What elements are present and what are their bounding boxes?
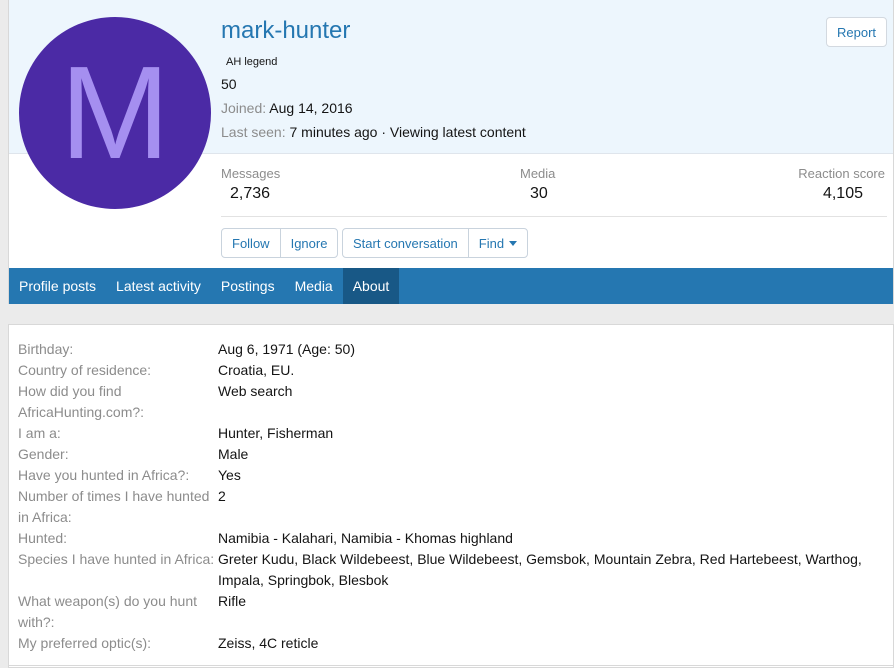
avatar-letter: M [60, 39, 170, 186]
about-label: My preferred optic(s): [18, 635, 152, 651]
stat-media-label: Media [520, 166, 556, 181]
about-label: Have you hunted in Africa?: [18, 467, 190, 483]
about-row-country: Country of residence: Croatia, EU. [18, 360, 888, 381]
about-value: Yes [218, 467, 241, 483]
about-label: What weapon(s) do you hunt with?: [18, 593, 197, 630]
about-value: Croatia, EU. [218, 362, 295, 378]
stat-messages: Messages 2,736 [221, 166, 280, 203]
follow-button[interactable]: Follow [222, 229, 280, 257]
tab-postings[interactable]: Postings [211, 268, 285, 304]
ignore-button[interactable]: Ignore [279, 229, 338, 257]
tab-media[interactable]: Media [285, 268, 343, 304]
about-value: Greter Kudu, Black Wildebeest, Blue Wild… [218, 551, 862, 588]
stat-messages-label: Messages [221, 166, 281, 181]
find-label: Find [478, 235, 505, 251]
stat-media-value[interactable]: 30 [520, 185, 555, 203]
about-row-how-found: How did you find AfricaHunting.com?: Web… [18, 381, 888, 423]
last-seen-value: 7 minutes ago · Viewing latest content [289, 124, 526, 140]
about-value: Aug 6, 1971 (Age: 50) [218, 341, 355, 357]
user-title: AH legend [226, 56, 278, 68]
avatar[interactable]: M [19, 17, 211, 209]
about-label: Species I have hunted in Africa: [18, 551, 215, 567]
user-count: 50 [221, 76, 237, 92]
stat-messages-value[interactable]: 2,736 [221, 185, 280, 203]
about-card: Birthday: Aug 6, 1971 (Age: 50) Country … [8, 324, 894, 668]
stat-reaction-score: Reaction score 4,105 [798, 166, 885, 203]
about-label: Number of times I have hunted in Africa: [18, 488, 210, 525]
about-label: I am a: [18, 425, 61, 441]
joined-value: Aug 14, 2016 [269, 100, 353, 116]
about-value: Namibia - Kalahari, Namibia - Khomas hig… [218, 530, 513, 546]
about-row-optics: My preferred optic(s): Zeiss, 4C reticle [18, 633, 888, 654]
about-value: Male [218, 446, 249, 462]
about-row-birthday: Birthday: Aug 6, 1971 (Age: 50) [18, 339, 888, 360]
stat-reaction-label: Reaction score [798, 166, 885, 181]
about-row-weapon: What weapon(s) do you hunt with?: Rifle [18, 591, 888, 633]
about-label: Hunted: [18, 530, 68, 546]
about-row-species: Species I have hunted in Africa: Greter … [18, 549, 888, 591]
follow-ignore-group: Follow Ignore [221, 228, 339, 258]
joined-line: Joined: Aug 14, 2016 [221, 100, 353, 116]
start-conversation-button[interactable]: Start conversation [343, 229, 468, 257]
stat-reaction-value[interactable]: 4,105 [798, 185, 885, 203]
last-seen-label: Last seen: [221, 124, 286, 140]
about-label: How did you find AfricaHunting.com?: [18, 383, 145, 420]
caret-down-icon [509, 240, 518, 246]
about-value: 2 [218, 488, 226, 504]
about-label: Gender: [18, 446, 69, 462]
tab-about[interactable]: About [342, 268, 400, 304]
about-bottom-divider [9, 665, 893, 666]
report-button[interactable]: Report [826, 17, 887, 47]
about-value: Hunter, Fisherman [218, 425, 334, 441]
about-row-times-hunted: Number of times I have hunted in Africa:… [18, 486, 888, 528]
stat-media: Media 30 [520, 166, 555, 203]
about-row-hunted-africa: Have you hunted in Africa?: Yes [18, 465, 888, 486]
conversation-find-group: Start conversation Find [342, 228, 529, 258]
about-value: Zeiss, 4C reticle [218, 635, 319, 651]
about-label: Birthday: [18, 341, 74, 357]
tab-profile-posts[interactable]: Profile posts [9, 268, 106, 304]
about-value: Rifle [218, 593, 247, 609]
tab-latest-activity[interactable]: Latest activity [106, 268, 211, 304]
joined-label: Joined: [221, 100, 267, 116]
last-seen-line: Last seen: 7 minutes ago · Viewing lates… [221, 124, 526, 140]
about-value: Web search [218, 383, 293, 399]
profile-tabs: Profile posts Latest activity Postings M… [9, 268, 893, 304]
about-row-i-am: I am a: Hunter, Fisherman [18, 423, 888, 444]
profile-card: M mark-hunter AH legend 50 Joined: Aug 1… [8, 0, 894, 304]
stats-divider [221, 216, 887, 217]
username[interactable]: mark-hunter [221, 17, 350, 45]
about-row-gender: Gender: Male [18, 444, 888, 465]
about-row-hunted: Hunted: Namibia - Kalahari, Namibia - Kh… [18, 528, 888, 549]
find-button[interactable]: Find [467, 229, 527, 257]
about-label: Country of residence: [18, 362, 152, 378]
